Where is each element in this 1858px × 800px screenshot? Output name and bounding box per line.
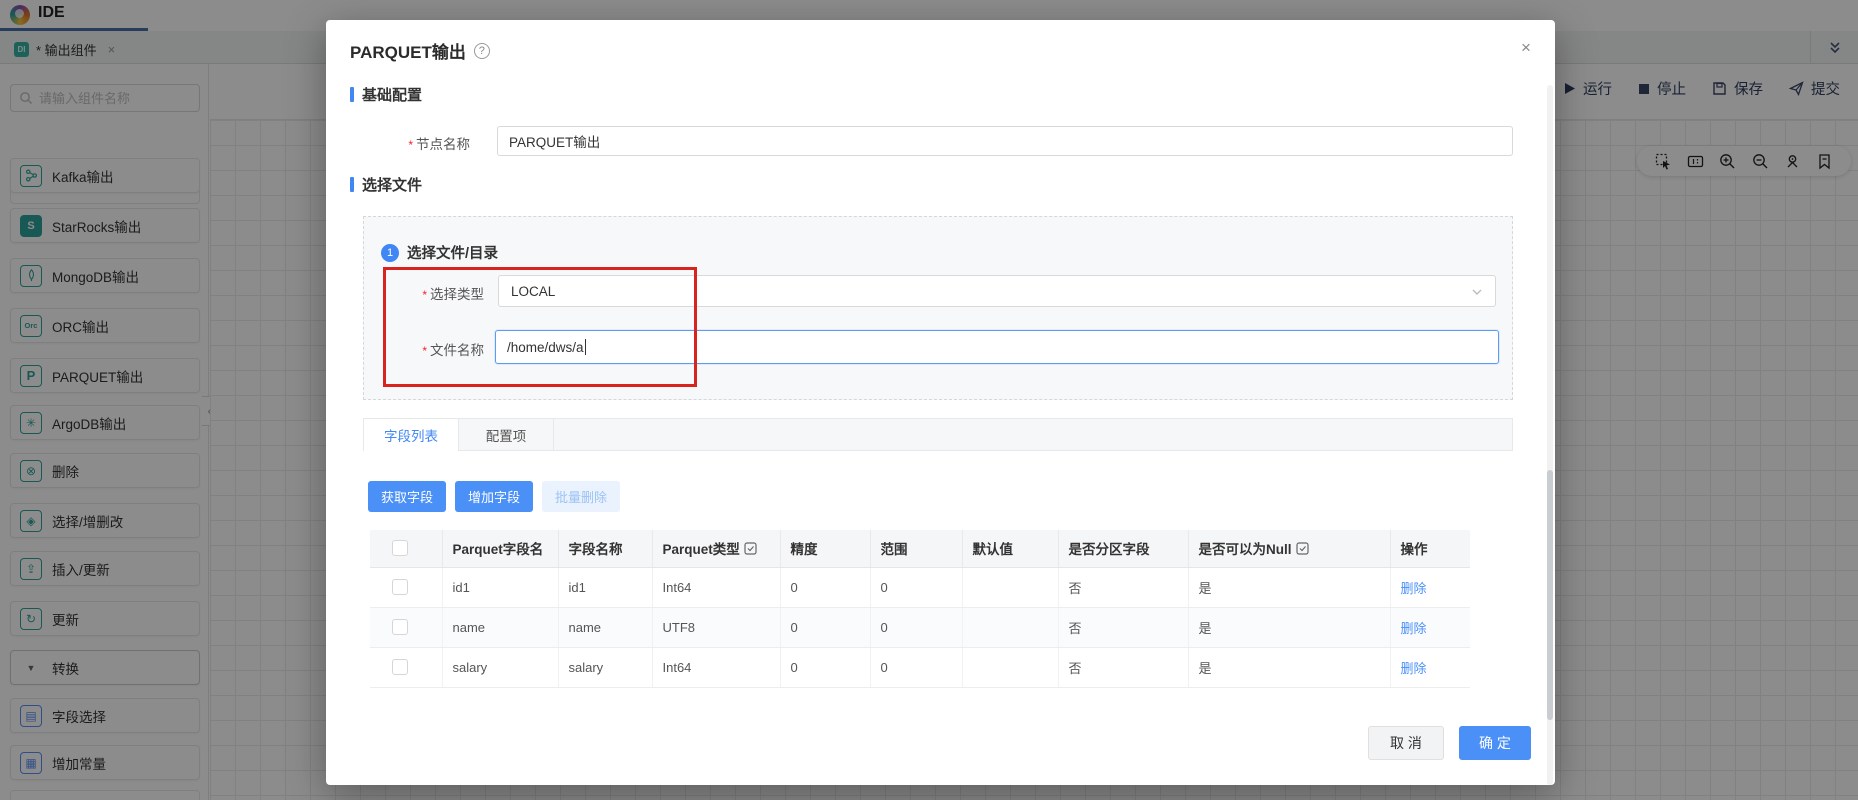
file-select-panel: 1 选择文件/目录 *选择类型 LOCAL *文件名称 /home/dws/a	[363, 216, 1513, 400]
file-name-input[interactable]: /home/dws/a	[495, 330, 1499, 364]
help-icon[interactable]: ?	[474, 43, 490, 59]
modal-scrollbar	[1547, 85, 1553, 785]
table-row: name name UTF8 0 0 否 是 删除	[370, 607, 1470, 647]
confirm-button[interactable]: 确 定	[1459, 726, 1531, 760]
section-title: 基础配置	[362, 84, 422, 105]
col-actions: 操作	[1390, 530, 1470, 567]
edit-icon[interactable]	[1296, 542, 1309, 555]
node-name-label: *节点名称	[360, 133, 470, 153]
node-name-value: PARQUET输出	[509, 131, 600, 151]
required-mark: *	[422, 344, 427, 358]
text-cursor	[585, 339, 586, 355]
col-range: 范围	[870, 530, 962, 567]
add-field-button[interactable]: 增加字段	[455, 481, 533, 512]
cancel-button[interactable]: 取 消	[1368, 726, 1444, 760]
batch-delete-button[interactable]: 批量删除	[542, 481, 620, 512]
required-mark: *	[408, 138, 413, 152]
file-name-label: *文件名称	[374, 339, 484, 359]
select-type-dropdown[interactable]: LOCAL	[498, 275, 1496, 307]
col-field-name: 字段名称	[558, 530, 652, 567]
table-header-row: Parquet字段名 字段名称 Parquet类型 精度 范围 默认值 是否分区…	[370, 530, 1470, 567]
col-default-value: 默认值	[962, 530, 1058, 567]
col-is-partition: 是否分区字段	[1058, 530, 1188, 567]
select-type-value: LOCAL	[511, 284, 555, 299]
section-title: 选择文件	[362, 174, 422, 195]
edit-icon[interactable]	[744, 542, 757, 555]
delete-row-link[interactable]: 删除	[1401, 621, 1427, 636]
section-accent-bar	[350, 177, 354, 192]
dialog-close-icon[interactable]: ×	[1514, 36, 1538, 60]
row-checkbox[interactable]	[392, 579, 408, 595]
screen: IDE DI * 输出组件 × Kafka输出	[0, 0, 1858, 800]
step-title: 选择文件/目录	[407, 242, 498, 263]
dialog-title-text: PARQUET输出	[350, 38, 466, 63]
row-checkbox[interactable]	[392, 619, 408, 635]
col-precision: 精度	[780, 530, 870, 567]
select-type-label: *选择类型	[374, 283, 484, 303]
section-basic-config: 基础配置	[350, 84, 422, 105]
col-parquet-field-name: Parquet字段名	[442, 530, 558, 567]
section-select-file: 选择文件	[350, 174, 422, 195]
chevron-down-icon	[1471, 286, 1483, 298]
node-name-input[interactable]: PARQUET输出	[497, 126, 1513, 156]
delete-row-link[interactable]: 删除	[1401, 581, 1427, 596]
select-all-checkbox[interactable]	[392, 540, 408, 556]
delete-row-link[interactable]: 删除	[1401, 661, 1427, 676]
file-name-value: /home/dws/a	[507, 340, 584, 355]
tab-field-list[interactable]: 字段列表	[364, 419, 459, 451]
get-fields-button[interactable]: 获取字段	[368, 481, 446, 512]
dialog-title: PARQUET输出 ?	[350, 38, 490, 63]
col-parquet-type: Parquet类型	[652, 530, 780, 567]
parquet-output-dialog: PARQUET输出 ? × 基础配置 *节点名称 PARQUET输出 选择文件 …	[326, 20, 1555, 785]
required-mark: *	[422, 288, 427, 302]
col-nullable: 是否可以为Null	[1188, 530, 1390, 567]
table-row: salary salary Int64 0 0 否 是 删除	[370, 647, 1470, 687]
field-tabs: 字段列表 配置项	[363, 418, 1513, 451]
section-accent-bar	[350, 87, 354, 102]
scrollbar-thumb[interactable]	[1547, 470, 1553, 720]
step-number-badge: 1	[381, 244, 399, 262]
tab-config-items[interactable]: 配置项	[459, 419, 554, 451]
table-row: id1 id1 Int64 0 0 否 是 删除	[370, 567, 1470, 607]
row-checkbox[interactable]	[392, 659, 408, 675]
field-table: Parquet字段名 字段名称 Parquet类型 精度 范围 默认值 是否分区…	[370, 530, 1470, 688]
step-header: 1 选择文件/目录	[381, 242, 498, 263]
